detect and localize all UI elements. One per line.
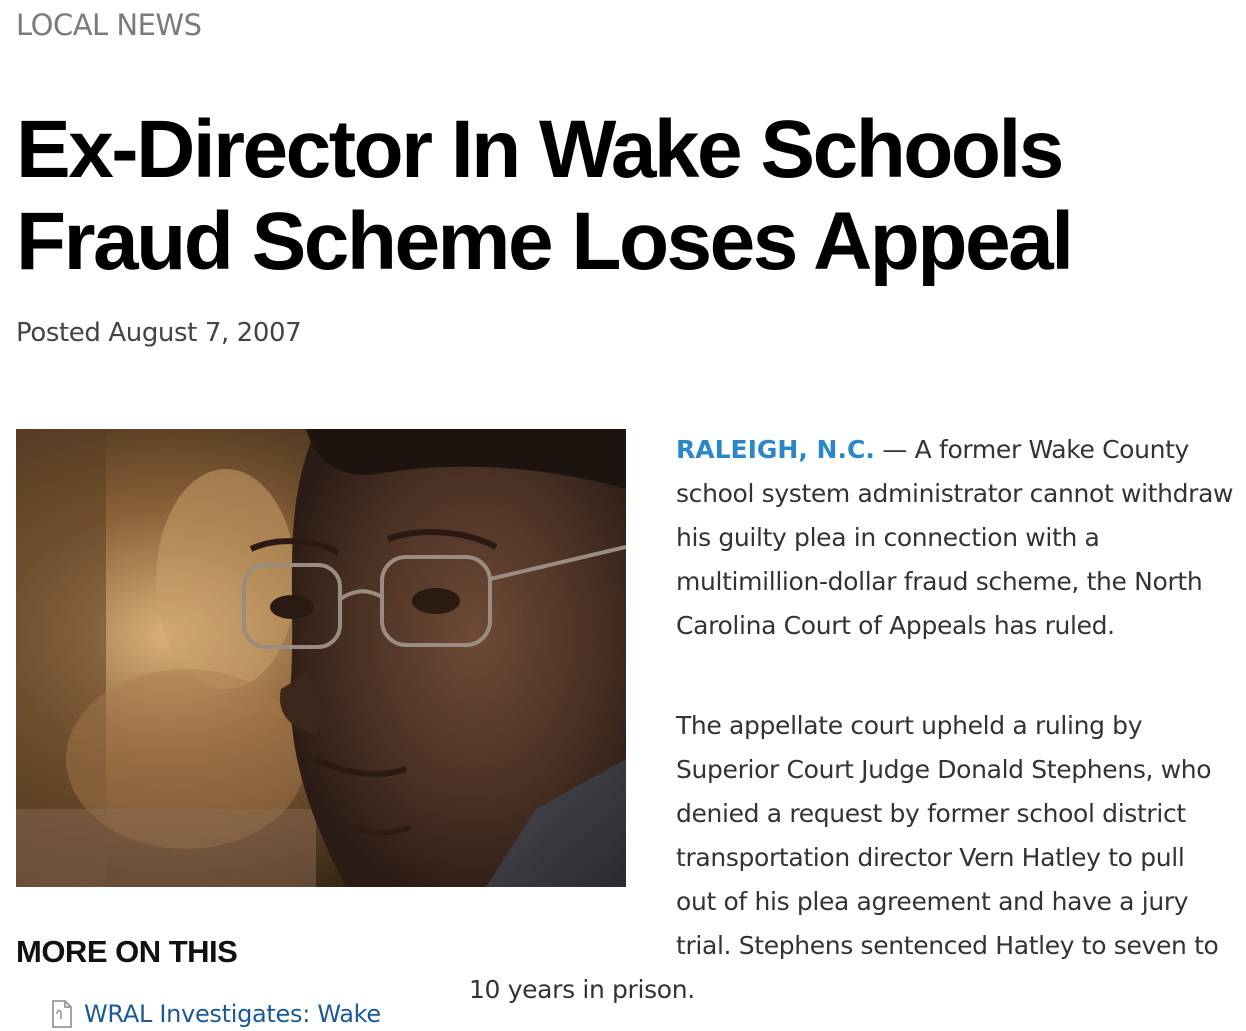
paragraph-2-line: The appellate court upheld a ruling by — [676, 711, 1143, 740]
paragraph-2-line: trial. Stephens sentenced Hatley to seve… — [676, 931, 1219, 960]
dateline: RALEIGH, N.C. — [676, 435, 875, 464]
article-paragraph-1: RALEIGH, N.C. — A former Wake County sch… — [676, 428, 1236, 648]
paragraph-2-line: transportation director Vern Hatley to p… — [676, 843, 1185, 872]
article-headline: Ex-Director In Wake Schools Fraud Scheme… — [16, 104, 1226, 288]
more-on-this-link-label[interactable]: WRAL Investigates: Wake — [84, 1000, 381, 1028]
paragraph-2-line: denied a request by former school distri… — [676, 799, 1186, 828]
article-photo[interactable] — [16, 429, 626, 887]
more-on-this-heading: MORE ON THIS — [16, 934, 238, 969]
paragraph-2-line: out of his plea agreement and have a jur… — [676, 887, 1189, 916]
document-icon — [52, 1000, 72, 1028]
more-on-this-link[interactable]: WRAL Investigates: Wake — [50, 1000, 381, 1028]
paragraph-2-line: Superior Court Judge Donald Stephens, wh… — [676, 755, 1212, 784]
article-paragraph-2: The appellate court upheld a ruling by S… — [676, 704, 1236, 968]
headline-line-1: Ex-Director In Wake Schools — [16, 104, 1064, 195]
paragraph-2-tail: 10 years in prison. — [469, 975, 695, 1004]
paragraph-1-text: — A former Wake County school system adm… — [676, 435, 1234, 640]
headline-line-2: Fraud Scheme Loses Appeal — [16, 196, 1074, 287]
man-with-glasses-photo — [16, 429, 626, 887]
posted-date: Posted August 7, 2007 — [16, 318, 302, 348]
section-label[interactable]: LOCAL NEWS — [16, 8, 202, 42]
